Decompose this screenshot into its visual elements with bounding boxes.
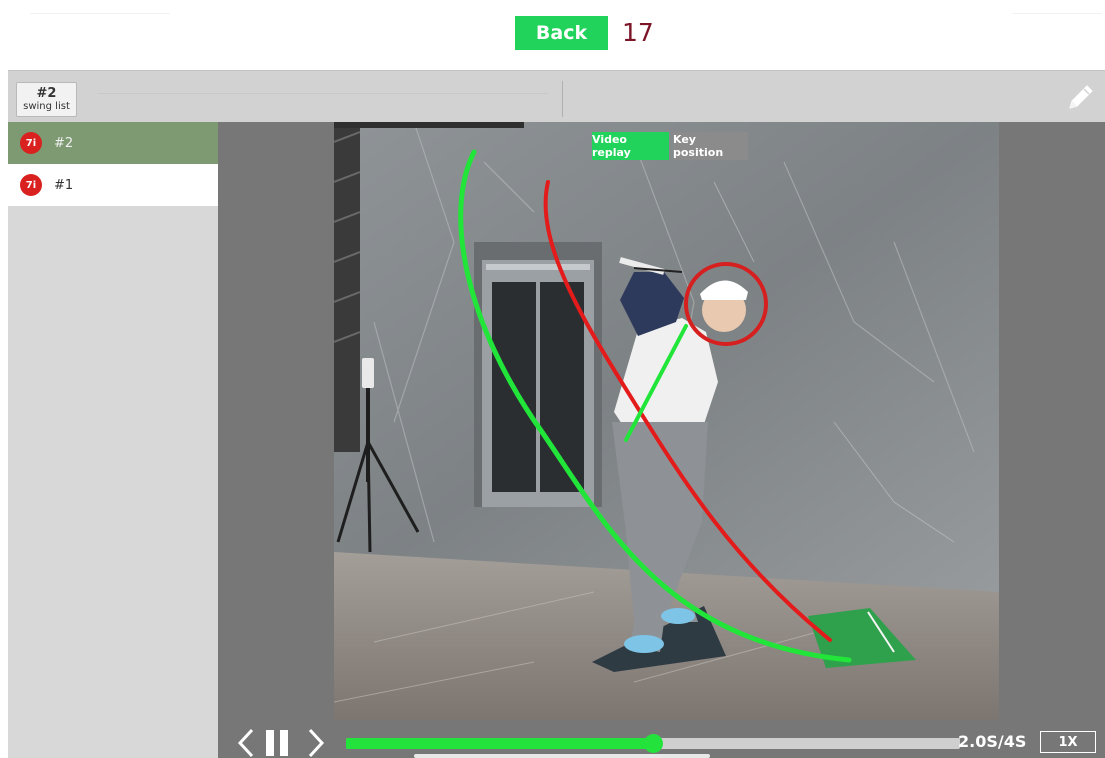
header-divider <box>1012 13 1102 14</box>
video-area: Video replay Key position 2.0S/4S 1X <box>218 122 1105 758</box>
key-position-button[interactable]: Key position <box>673 132 748 160</box>
swing-list-number: #2 <box>36 85 57 101</box>
swing-video-frame <box>334 122 999 720</box>
speed-button[interactable]: 1X <box>1040 731 1096 753</box>
video-replay-button[interactable]: Video replay <box>592 132 669 160</box>
swing-name: #1 <box>54 177 74 193</box>
back-button[interactable]: Back <box>515 16 608 50</box>
pause-icon[interactable] <box>264 728 292 758</box>
swing-list-label: swing list <box>23 100 70 112</box>
swing-video[interactable]: Video replay Key position <box>334 122 999 720</box>
toolbar-line <box>98 93 548 94</box>
swing-count: 17 <box>622 18 654 47</box>
progress-fill <box>346 738 653 749</box>
swing-name: #2 <box>54 135 74 151</box>
pencil-icon[interactable] <box>1063 81 1097 115</box>
toolbar: #2 swing list <box>8 70 1105 123</box>
scrollbar-thumb[interactable] <box>414 754 710 758</box>
club-badge: 7i <box>20 174 42 196</box>
progress-track[interactable] <box>346 734 960 753</box>
header-divider <box>30 13 170 14</box>
chevron-right-icon[interactable] <box>304 728 328 758</box>
chevron-left-icon[interactable] <box>234 728 258 758</box>
top-bar: Back 17 <box>0 0 1105 70</box>
time-readout: 2.0S/4S <box>958 732 1027 751</box>
progress-knob[interactable] <box>644 734 663 753</box>
swing-list-panel: 7i #2 7i #1 <box>8 122 218 758</box>
swing-list-item[interactable]: 7i #2 <box>8 122 218 164</box>
swing-list-item[interactable]: 7i #1 <box>8 164 218 206</box>
swing-list-button[interactable]: #2 swing list <box>16 82 77 117</box>
club-badge: 7i <box>20 132 42 154</box>
toolbar-divider <box>562 81 563 117</box>
